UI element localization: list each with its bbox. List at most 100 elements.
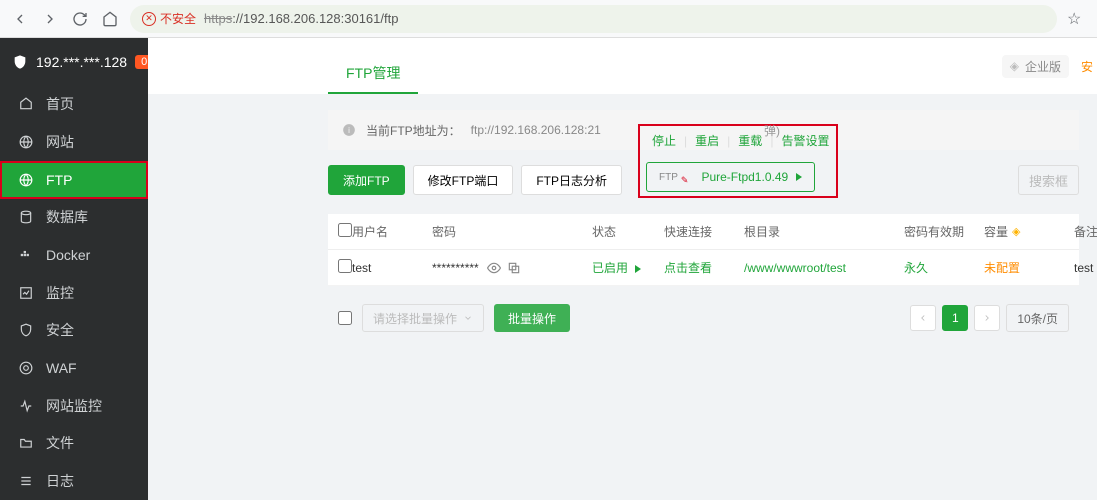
alarm-settings-link[interactable]: 告警设置 — [781, 132, 829, 149]
forward-button[interactable] — [40, 9, 60, 29]
sidebar-item-logs[interactable]: 日志 — [0, 462, 148, 500]
search-input[interactable]: 搜索框 — [1018, 165, 1079, 195]
sidebar-item-label: 网站监控 — [46, 396, 102, 416]
docker-icon — [18, 247, 34, 263]
restart-link[interactable]: 重启 — [695, 132, 719, 149]
table-row: test ********** 已启用 点击查看 — [328, 250, 1079, 286]
batch-button[interactable]: 批量操作 — [494, 304, 570, 332]
sidebar-item-database[interactable]: 数据库 — [0, 199, 148, 237]
sidebar-item-files[interactable]: 文件 — [0, 425, 148, 463]
sidebar-item-ftp[interactable]: FTP — [0, 161, 148, 199]
shield-icon — [18, 322, 34, 338]
info-icon: i — [342, 123, 356, 137]
ftp-url-label: 当前FTP地址为： — [366, 122, 461, 139]
sidebar-item-label: 数据库 — [46, 207, 88, 227]
wave-icon — [18, 398, 34, 414]
chart-icon — [18, 285, 34, 301]
play-icon — [635, 265, 641, 273]
sidebar-item-label: 文件 — [46, 433, 74, 453]
th-note: 备注 — [1074, 223, 1097, 240]
th-pass: 密码 — [432, 223, 592, 240]
sidebar-item-security[interactable]: 安全 — [0, 312, 148, 350]
batch-placeholder: 请选择批量操作 — [373, 310, 457, 327]
tab-ftp-manage[interactable]: FTP管理 — [328, 54, 418, 94]
bookmark-star-icon[interactable]: ☆ — [1067, 9, 1087, 29]
chevron-down-icon — [463, 313, 473, 323]
globe-icon — [18, 134, 34, 150]
url-text: https://192.168.206.128:30161/ftp — [204, 11, 398, 26]
search-placeholder: 搜索框 — [1029, 171, 1068, 190]
main-area: FTP管理 ◈ 企业版 安 i 当前FTP地址为： ftp://192.168.… — [148, 38, 1097, 500]
home-button[interactable] — [100, 9, 120, 29]
cell-quick[interactable]: 点击查看 — [664, 259, 744, 276]
url-bar[interactable]: ✕ 不安全 https://192.168.206.128:30161/ftp — [130, 5, 1057, 33]
sidebar-item-label: Docker — [46, 247, 90, 263]
error-icon: ✕ — [142, 12, 156, 26]
page-size-select[interactable]: 10条/页 — [1006, 304, 1069, 332]
home-icon — [18, 96, 34, 112]
trailing-text: 弹) — [764, 122, 780, 139]
aperture-icon — [18, 360, 34, 376]
pencil-icon: ✎ — [681, 175, 689, 186]
cell-user: test — [352, 261, 432, 275]
copy-icon[interactable] — [507, 261, 521, 275]
toolbar: 添加FTP 修改FTP端口 FTP日志分析 停止 | 重启 | 重载 | 告警设… — [328, 162, 1079, 198]
footer-checkbox[interactable] — [338, 311, 352, 325]
row-checkbox[interactable] — [338, 259, 352, 273]
pager: 1 10条/页 — [910, 304, 1069, 332]
reload-link[interactable]: 重载 — [738, 132, 762, 149]
log-analyze-button[interactable]: FTP日志分析 — [521, 165, 622, 195]
pager-next[interactable] — [974, 305, 1000, 331]
change-port-button[interactable]: 修改FTP端口 — [413, 165, 514, 195]
tabs-bar: FTP管理 ◈ 企业版 安 — [148, 38, 1097, 94]
ftp-url-value: ftp://192.168.206.128:21 — [471, 123, 601, 137]
th-root: 根目录 — [744, 223, 904, 240]
th-expire: 密码有效期 — [904, 223, 984, 240]
sidebar-item-label: 首页 — [46, 94, 74, 114]
pass-mask: ********** — [432, 261, 479, 275]
cell-root[interactable]: /www/wwwroot/test — [744, 261, 904, 275]
sidebar: 192.***.***.128 0 首页 网站 FTP 数据库 Docker 监… — [0, 38, 148, 500]
database-icon — [18, 209, 34, 225]
sidebar-item-website[interactable]: 网站 — [0, 123, 148, 161]
eye-icon[interactable] — [487, 261, 501, 275]
header-checkbox[interactable] — [338, 223, 352, 237]
sidebar-item-site-monitor[interactable]: 网站监控 — [0, 387, 148, 425]
cell-status[interactable]: 已启用 — [592, 259, 664, 276]
version-button[interactable]: FTP ✎ Pure-Ftpd1.0.49 — [646, 162, 815, 192]
add-ftp-button[interactable]: 添加FTP — [328, 165, 405, 195]
list-icon — [18, 473, 34, 489]
th-status: 状态 — [592, 223, 664, 240]
diamond-icon: ◈ — [1012, 225, 1020, 238]
content-area: i 当前FTP地址为： ftp://192.168.206.128:21 添加F… — [148, 94, 1097, 332]
shield-icon — [12, 54, 28, 70]
footer-row: 请选择批量操作 批量操作 1 10条/页 — [328, 304, 1079, 332]
server-header: 192.***.***.128 0 — [0, 38, 148, 86]
th-quick: 快速连接 — [664, 223, 744, 240]
back-button[interactable] — [10, 9, 30, 29]
highlighted-group: 停止 | 重启 | 重载 | 告警设置 FTP ✎ Pure-Ftpd1.0.4… — [638, 124, 838, 198]
edition-pill[interactable]: ◈ 企业版 — [1002, 55, 1069, 78]
svg-text:i: i — [348, 126, 350, 135]
sidebar-item-monitor[interactable]: 监控 — [0, 274, 148, 312]
pager-page[interactable]: 1 — [942, 305, 968, 331]
folder-icon — [18, 435, 34, 451]
sidebar-item-label: 日志 — [46, 471, 74, 491]
pager-prev[interactable] — [910, 305, 936, 331]
th-cap: 容量 ◈ — [984, 223, 1074, 240]
sidebar-item-waf[interactable]: WAF — [0, 349, 148, 387]
sidebar-item-label: 监控 — [46, 283, 74, 303]
th-user: 用户名 — [352, 223, 432, 240]
batch-select[interactable]: 请选择批量操作 — [362, 304, 484, 332]
sidebar-item-docker[interactable]: Docker — [0, 236, 148, 274]
stop-link[interactable]: 停止 — [652, 132, 676, 149]
insecure-label: 不安全 — [160, 10, 196, 27]
sidebar-item-label: 网站 — [46, 132, 74, 152]
play-icon — [796, 173, 802, 181]
sidebar-item-home[interactable]: 首页 — [0, 86, 148, 124]
reload-button[interactable] — [70, 9, 90, 29]
insecure-badge: ✕ 不安全 — [142, 10, 196, 27]
server-ip: 192.***.***.128 — [36, 54, 127, 70]
cell-cap[interactable]: 未配置 — [984, 259, 1074, 276]
ftp-table: 用户名 密码 状态 快速连接 根目录 密码有效期 容量 ◈ 备注 test — [328, 214, 1079, 286]
